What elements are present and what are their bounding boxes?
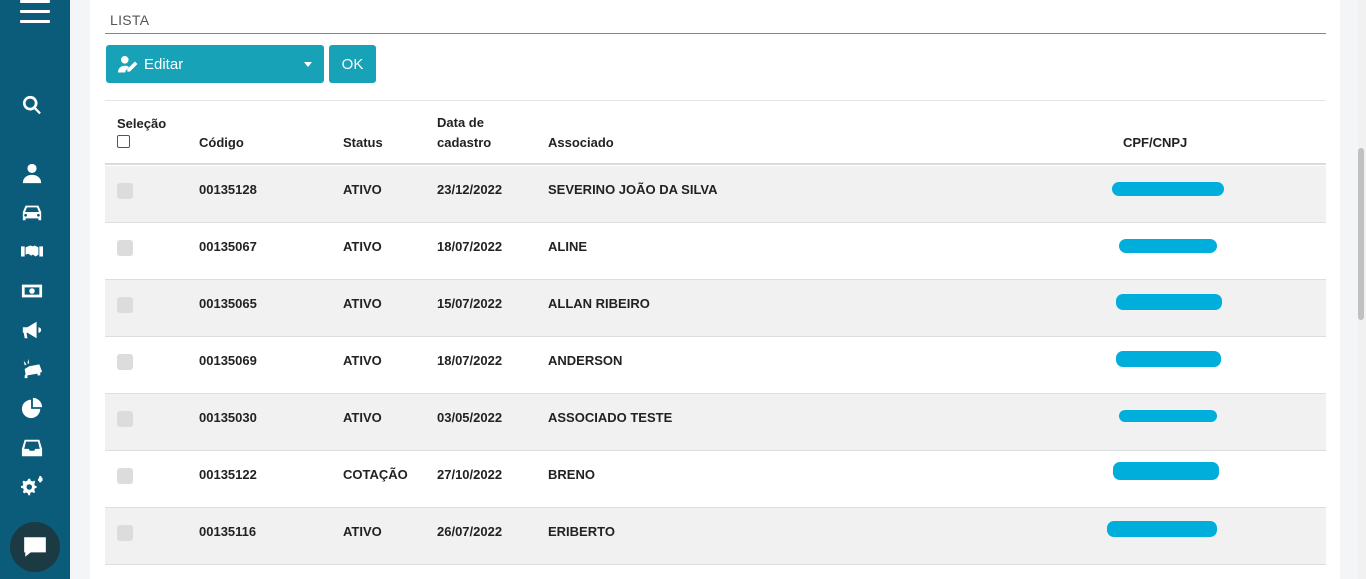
user-icon[interactable] — [20, 161, 44, 185]
cell-data: 18/07/2022 — [437, 239, 503, 254]
vertical-scrollbar[interactable] — [1358, 0, 1366, 579]
table-row[interactable]: 00135128 ATIVO 23/12/2022 SEVERINO JOÃO … — [105, 166, 1326, 223]
inbox-icon[interactable] — [20, 436, 44, 460]
header-data-line2: cadastro — [437, 135, 492, 150]
cell-codigo: 00135122 — [199, 467, 257, 482]
redacted-cpf — [1107, 521, 1217, 537]
header-selecao: Seleção — [117, 116, 167, 131]
cell-data: 27/10/2022 — [437, 467, 503, 482]
redacted-cpf — [1119, 239, 1217, 253]
row-checkbox[interactable] — [117, 354, 133, 370]
car-icon[interactable] — [20, 200, 44, 224]
cell-associado: BRENO — [548, 467, 595, 482]
cell-codigo: 00135128 — [199, 182, 257, 197]
cell-codigo: 00135065 — [199, 296, 257, 311]
row-checkbox[interactable] — [117, 297, 133, 313]
row-checkbox[interactable] — [117, 468, 133, 484]
cell-associado: ALLAN RIBEIRO — [548, 296, 650, 311]
row-checkbox[interactable] — [117, 183, 133, 199]
cell-associado: ERIBERTO — [548, 524, 615, 539]
cell-status: ATIVO — [343, 410, 382, 425]
cell-status: ATIVO — [343, 239, 382, 254]
table-row[interactable]: 00135030 ATIVO 03/05/2022 ASSOCIADO TEST… — [105, 394, 1326, 451]
edit-dropdown-button[interactable]: Editar — [106, 45, 324, 83]
table-row[interactable]: 00135122 COTAÇÃO 27/10/2022 BRENO — [105, 451, 1326, 508]
cell-status: COTAÇÃO — [343, 467, 408, 482]
car-crash-icon[interactable] — [20, 357, 44, 381]
table-row[interactable]: 00135116 ATIVO 26/07/2022 ERIBERTO — [105, 508, 1326, 565]
money-icon[interactable] — [20, 279, 44, 303]
header-associado: Associado — [548, 135, 614, 150]
redacted-cpf — [1119, 410, 1217, 422]
row-checkbox[interactable] — [117, 240, 133, 256]
pie-chart-icon[interactable] — [20, 396, 44, 420]
user-edit-icon — [118, 55, 144, 73]
edit-label: Editar — [144, 55, 184, 73]
cell-codigo: 00135067 — [199, 239, 257, 254]
main-panel: LISTA Editar OK Seleção Código Status Da… — [90, 0, 1340, 579]
cell-status: ATIVO — [343, 524, 382, 539]
table-row[interactable]: 00135067 ATIVO 18/07/2022 ALINE — [105, 223, 1326, 280]
cell-data: 15/07/2022 — [437, 296, 503, 311]
cell-status: ATIVO — [343, 182, 382, 197]
megaphone-icon[interactable] — [20, 318, 44, 342]
cell-status: ATIVO — [343, 353, 382, 368]
cell-codigo: 00135116 — [199, 524, 257, 539]
row-checkbox[interactable] — [117, 411, 133, 427]
cell-associado: ANDERSON — [548, 353, 623, 368]
menu-icon[interactable] — [20, 0, 50, 24]
row-checkbox[interactable] — [117, 525, 133, 541]
caret-down-icon — [304, 62, 312, 67]
ok-button[interactable]: OK — [329, 45, 376, 83]
cell-status: ATIVO — [343, 296, 382, 311]
chat-button[interactable] — [10, 522, 60, 572]
cell-associado: SEVERINO JOÃO DA SILVA — [548, 182, 718, 197]
handshake-icon[interactable] — [20, 239, 44, 263]
select-all-checkbox[interactable] — [117, 135, 130, 148]
cell-codigo: 00135030 — [199, 410, 257, 425]
table-header: Seleção Código Status Data de cadastro A… — [105, 101, 1326, 165]
sidebar — [0, 0, 70, 579]
cell-associado: ALINE — [548, 239, 587, 254]
header-cpf-cnpj: CPF/CNPJ — [1123, 135, 1188, 150]
redacted-cpf — [1112, 182, 1224, 196]
chat-icon — [24, 537, 46, 557]
cell-data: 03/05/2022 — [437, 410, 503, 425]
redacted-cpf — [1116, 351, 1221, 367]
search-icon[interactable] — [20, 93, 44, 117]
redacted-cpf — [1116, 294, 1222, 310]
section-title: LISTA — [110, 12, 150, 28]
scrollbar-thumb[interactable] — [1358, 148, 1364, 320]
cell-data: 18/07/2022 — [437, 353, 503, 368]
cell-associado: ASSOCIADO TESTE — [548, 410, 673, 425]
divider — [105, 33, 1326, 34]
redacted-cpf — [1113, 462, 1219, 480]
table-row[interactable]: 00135069 ATIVO 18/07/2022 ANDERSON — [105, 337, 1326, 394]
header-data-line1: Data de — [437, 115, 484, 130]
header-status: Status — [343, 135, 383, 150]
cogs-icon[interactable] — [20, 475, 44, 499]
cell-data: 23/12/2022 — [437, 182, 503, 197]
cell-codigo: 00135069 — [199, 353, 257, 368]
cell-data: 26/07/2022 — [437, 524, 503, 539]
table-row[interactable]: 00135065 ATIVO 15/07/2022 ALLAN RIBEIRO — [105, 280, 1326, 337]
header-codigo: Código — [199, 135, 244, 150]
